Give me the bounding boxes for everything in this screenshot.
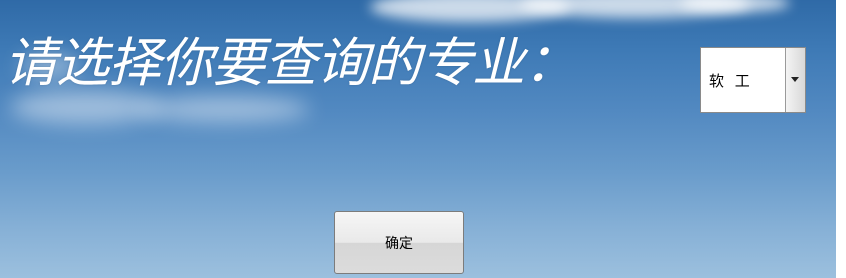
sky-background-panel: 请选择你要查询的专业： 软 工 确定 [0, 0, 836, 278]
chevron-down-icon [791, 77, 799, 82]
major-select-prompt: 请选择你要查询的专业： [4, 33, 577, 94]
dropdown-toggle-button[interactable] [785, 48, 805, 112]
major-dropdown-value: 软 工 [709, 72, 753, 90]
window-edge [836, 0, 846, 278]
confirm-button[interactable]: 确定 [334, 211, 464, 274]
major-dropdown[interactable]: 软 工 [700, 47, 806, 113]
